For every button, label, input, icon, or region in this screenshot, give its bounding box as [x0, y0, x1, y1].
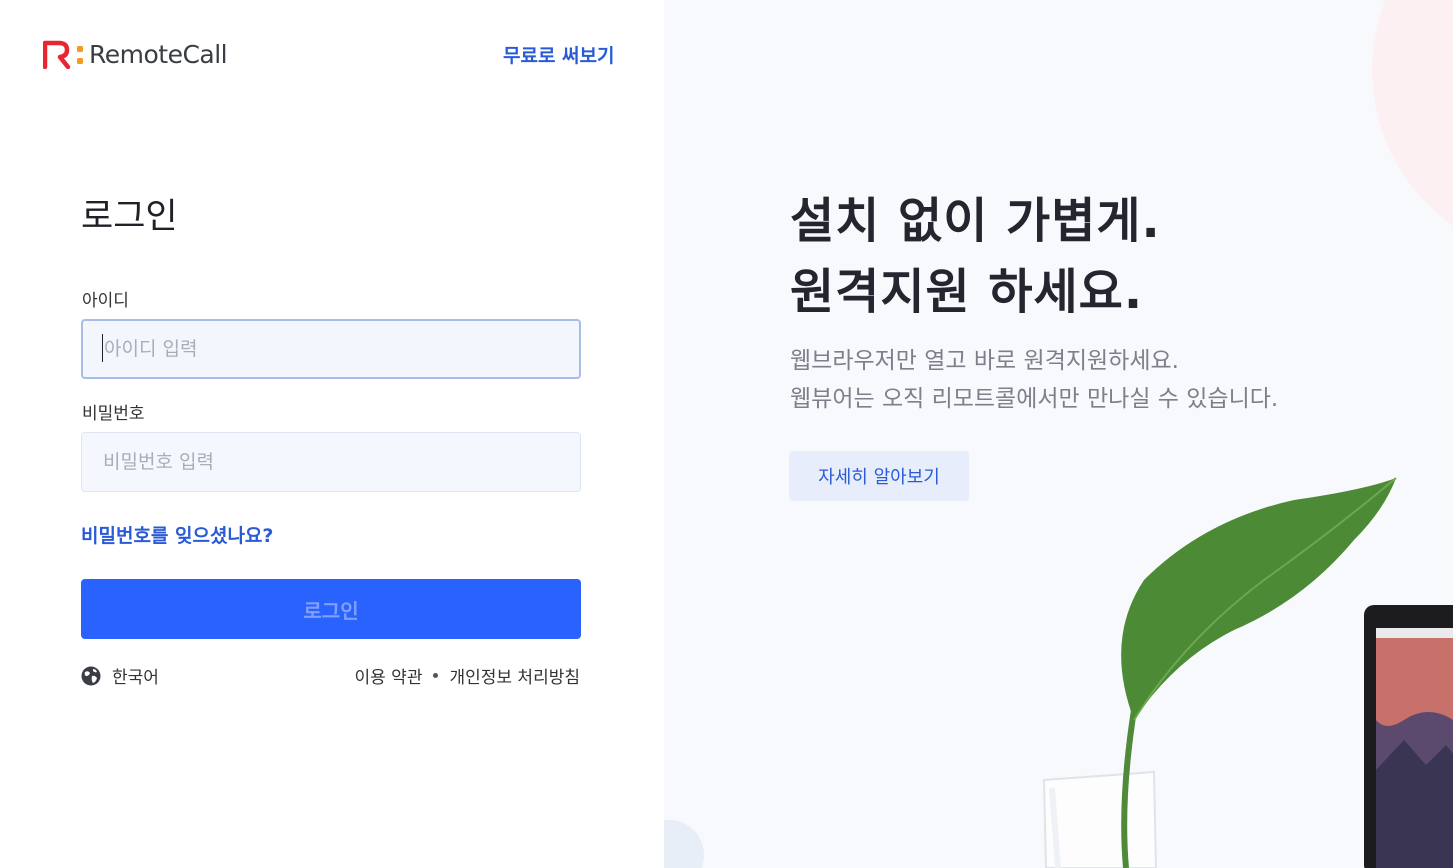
footer-links: 이용 약관 개인정보 처리방침	[355, 663, 581, 688]
page-title: 로그인	[81, 197, 178, 237]
language-selector[interactable]: 한국어	[81, 663, 159, 688]
logo-text: RemoteCall	[89, 39, 228, 69]
terms-link[interactable]: 이용 약관	[355, 663, 423, 688]
text-cursor	[102, 334, 103, 362]
description-line-2: 웹뷰어는 오직 리모트콜에서만 만나실 수 있습니다.	[790, 386, 1279, 412]
password-input[interactable]	[81, 432, 581, 492]
headline-line-2: 원격지원 하세요.	[790, 264, 1144, 320]
password-label: 비밀번호	[82, 404, 145, 424]
login-button[interactable]: 로그인	[81, 579, 581, 639]
headline-line-1: 설치 없이 가볍게.	[790, 193, 1161, 249]
id-label: 아이디	[82, 291, 129, 311]
promo-headline: 설치 없이 가볍게. 원격지원 하세요.	[790, 186, 1161, 328]
separator-dot	[433, 673, 439, 678]
forgot-password-link[interactable]: 비밀번호를 잊으셨나요?	[81, 521, 273, 548]
plant-illustration	[1042, 477, 1453, 868]
description-line-1: 웹브라우저만 열고 바로 원격지원하세요.	[790, 348, 1179, 374]
remotecall-logo-icon	[43, 40, 83, 69]
remotecall-logo[interactable]: RemoteCall	[43, 38, 228, 70]
decorative-circle	[1372, 0, 1453, 260]
globe-icon	[81, 666, 101, 685]
language-label: 한국어	[112, 668, 159, 688]
learn-more-button[interactable]: 자세히 알아보기	[789, 451, 969, 501]
login-panel: RemoteCall 무료로 써보기 로그인 아이디 비밀번호 비밀번호를 잊으…	[0, 0, 664, 868]
free-trial-link[interactable]: 무료로 써보기	[503, 41, 615, 68]
decorative-corner	[664, 820, 704, 868]
promo-panel: 설치 없이 가볍게. 원격지원 하세요. 웹브라우저만 열고 바로 원격지원하세…	[664, 0, 1453, 868]
promo-description: 웹브라우저만 열고 바로 원격지원하세요. 웹뷰어는 오직 리모트콜에서만 만나…	[790, 342, 1278, 418]
id-input[interactable]	[81, 319, 581, 379]
privacy-link[interactable]: 개인정보 처리방침	[449, 663, 580, 688]
